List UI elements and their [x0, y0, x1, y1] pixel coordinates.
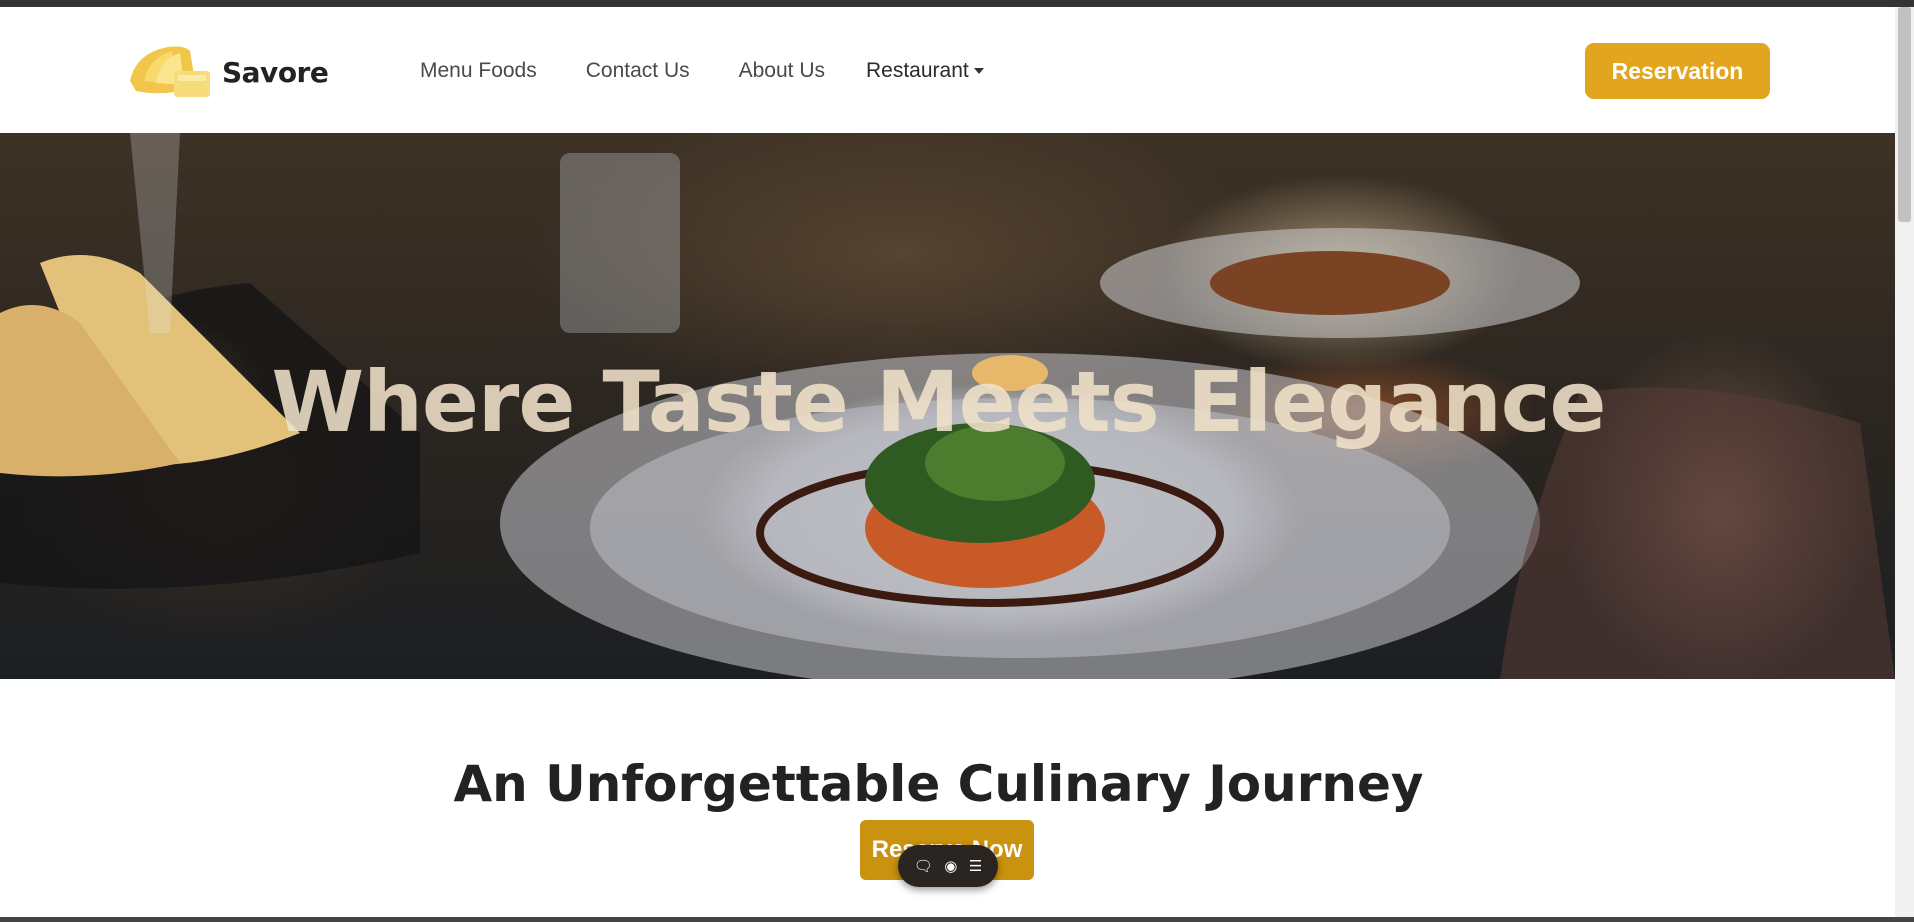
scrollbar-thumb[interactable] [1898, 7, 1911, 222]
page-scrollbar[interactable] [1895, 7, 1914, 917]
browser-top-strip [0, 0, 1914, 7]
brand[interactable]: Savore [126, 41, 329, 103]
nav-menu-foods[interactable]: Menu Foods [420, 59, 537, 83]
caret-down-icon [973, 68, 984, 74]
navbar: Savore Menu Foods Contact Us About Us Re… [0, 7, 1895, 133]
nav-about-us[interactable]: About Us [739, 59, 825, 83]
reservation-button[interactable]: Reservation [1585, 43, 1770, 99]
brand-name: Savore [222, 55, 329, 89]
browser-bottom-strip [0, 917, 1914, 922]
nav-contact-us[interactable]: Contact Us [586, 59, 690, 83]
page: Savore Menu Foods Contact Us About Us Re… [0, 7, 1895, 917]
eye-icon[interactable]: ◉ [944, 857, 957, 875]
butter-logo-icon [130, 46, 210, 97]
restaurant-dropdown-label: Restaurant [866, 59, 969, 82]
floating-toolbar: 🗨 ◉ ☰ [898, 845, 998, 887]
list-icon[interactable]: ☰ [969, 857, 982, 875]
comment-icon[interactable]: 🗨 [914, 857, 933, 875]
restaurant-dropdown[interactable]: Restaurant [866, 59, 984, 83]
main-nav: Menu Foods Contact Us About Us Restauran… [420, 51, 984, 91]
hero-title: Where Taste Meets Elegance [271, 353, 1606, 451]
section-heading: An Unforgettable Culinary Journey [453, 755, 1424, 813]
hero-banner: Where Taste Meets Elegance [0, 133, 1895, 679]
